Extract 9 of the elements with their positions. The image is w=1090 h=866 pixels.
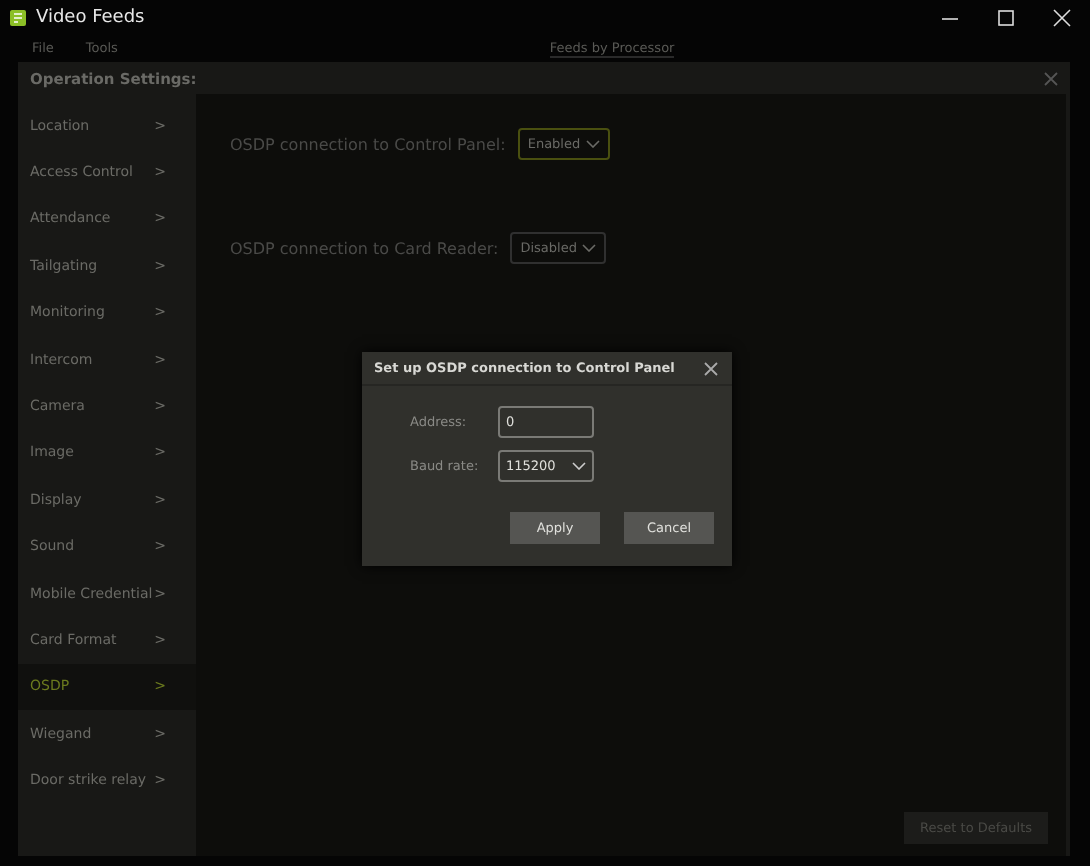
chevron-down-icon bbox=[582, 244, 597, 252]
chevron-down-icon bbox=[572, 461, 586, 469]
setting-label: OSDP connection to Control Panel: bbox=[230, 135, 506, 153]
maximize-icon[interactable] bbox=[996, 7, 1016, 27]
close-icon[interactable] bbox=[704, 361, 718, 375]
app-logo-icon bbox=[10, 9, 26, 25]
window-title: Video Feeds bbox=[36, 7, 145, 27]
chevron-down-icon bbox=[586, 140, 601, 148]
setting-label: OSDP connection to Card Reader: bbox=[230, 239, 499, 257]
